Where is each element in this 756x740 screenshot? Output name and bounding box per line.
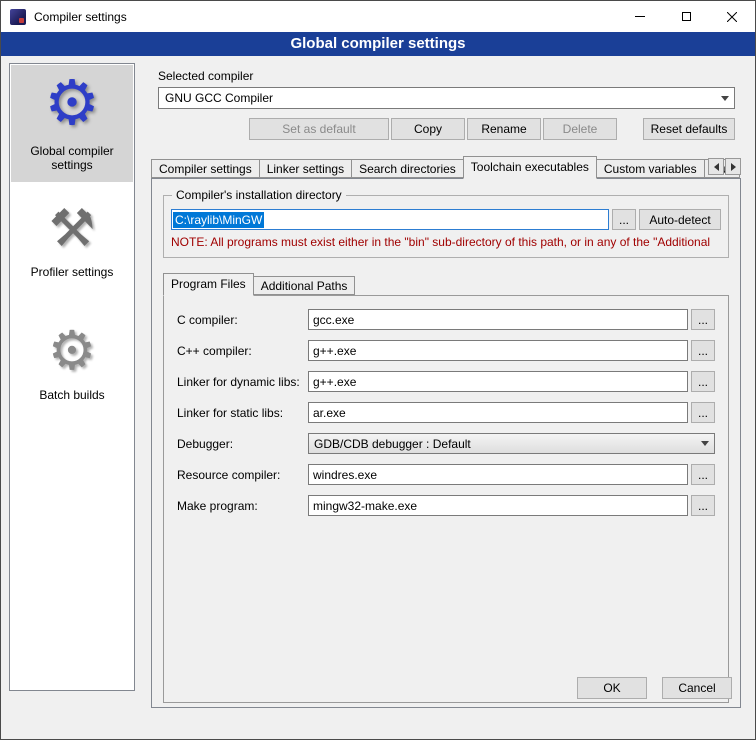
close-button[interactable] xyxy=(709,1,755,32)
resource-compiler-browse-button[interactable]: ... xyxy=(691,464,715,485)
sidebar-item-label: Global compiler settings xyxy=(13,144,131,172)
sidebar-item-label: Profiler settings xyxy=(31,265,114,279)
tab-additional-paths[interactable]: Additional Paths xyxy=(253,276,356,295)
sidebar-item-label: Batch builds xyxy=(39,388,104,402)
c-compiler-input[interactable] xyxy=(308,309,688,330)
c-compiler-label: C compiler: xyxy=(177,313,308,327)
resource-compiler-row: Resource compiler: ... xyxy=(177,464,715,485)
installation-directory-label: Compiler's installation directory xyxy=(172,188,346,202)
tab-program-files[interactable]: Program Files xyxy=(163,273,254,296)
program-files-tab-bar: Program Files Additional Paths xyxy=(163,273,740,295)
title-bar: Compiler settings xyxy=(1,1,755,32)
compiler-buttons-row: Set as default Copy Rename Delete Reset … xyxy=(146,118,747,140)
debugger-dropdown[interactable]: GDB/CDB debugger : Default xyxy=(308,433,715,454)
resource-compiler-label: Resource compiler: xyxy=(177,468,308,482)
arrow-left-icon xyxy=(714,163,719,171)
resource-compiler-input[interactable] xyxy=(308,464,688,485)
tab-scroll-right-button[interactable] xyxy=(725,158,741,175)
window-title: Compiler settings xyxy=(34,10,127,24)
tab-linker-settings[interactable]: Linker settings xyxy=(259,159,352,178)
static-linker-input[interactable] xyxy=(308,402,688,423)
toolchain-executables-panel: Compiler's installation directory C:\ray… xyxy=(151,178,741,708)
dropdown-arrow xyxy=(716,88,734,108)
make-program-label: Make program: xyxy=(177,499,308,513)
chevron-down-icon xyxy=(701,441,709,446)
dynamic-linker-label: Linker for dynamic libs: xyxy=(177,375,308,389)
dynamic-linker-input[interactable] xyxy=(308,371,688,392)
minimize-icon xyxy=(635,16,645,17)
static-linker-row: Linker for static libs: ... xyxy=(177,402,715,423)
sidebar-item-profiler-settings[interactable]: ⚒ Profiler settings xyxy=(11,194,133,289)
selected-compiler-label: Selected compiler xyxy=(158,69,747,83)
make-program-input[interactable] xyxy=(308,495,688,516)
installation-directory-input[interactable]: C:\raylib\MinGW xyxy=(171,209,609,230)
cancel-button[interactable]: Cancel xyxy=(662,677,732,699)
gear-icon: ⚙ xyxy=(44,71,100,137)
gear-icon: ⚙ xyxy=(48,321,96,381)
installation-directory-row: C:\raylib\MinGW ... Auto-detect xyxy=(171,209,721,230)
installation-directory-selected-text: C:\raylib\MinGW xyxy=(173,212,264,228)
bin-subdirectory-note: NOTE: All programs must exist either in … xyxy=(171,235,721,249)
app-icon xyxy=(10,9,26,25)
tab-custom-variables[interactable]: Custom variables xyxy=(596,159,705,178)
static-linker-browse-button[interactable]: ... xyxy=(691,402,715,423)
browse-directory-button[interactable]: ... xyxy=(612,209,636,230)
dialog-banner: Global compiler settings xyxy=(1,32,755,56)
set-as-default-button[interactable]: Set as default xyxy=(249,118,389,140)
dynamic-linker-row: Linker for dynamic libs: ... xyxy=(177,371,715,392)
dropdown-arrow xyxy=(696,434,714,453)
tab-scroll-left-button[interactable] xyxy=(708,158,724,175)
debugger-value: GDB/CDB debugger : Default xyxy=(314,437,471,451)
c-compiler-row: C compiler: ... xyxy=(177,309,715,330)
tab-compiler-settings[interactable]: Compiler settings xyxy=(151,159,260,178)
cpp-compiler-input[interactable] xyxy=(308,340,688,361)
make-program-row: Make program: ... xyxy=(177,495,715,516)
chevron-down-icon xyxy=(721,96,729,101)
cpp-compiler-row: C++ compiler: ... xyxy=(177,340,715,361)
rename-button[interactable]: Rename xyxy=(467,118,541,140)
installation-directory-group: Compiler's installation directory C:\ray… xyxy=(163,195,729,258)
debugger-label: Debugger: xyxy=(177,437,308,451)
dialog-content: ⚙ Global compiler settings ⚒ Profiler se… xyxy=(1,56,755,739)
compiler-settings-window: Compiler settings Global compiler settin… xyxy=(0,0,756,740)
reset-defaults-button[interactable]: Reset defaults xyxy=(643,118,735,140)
copy-button[interactable]: Copy xyxy=(391,118,465,140)
tab-search-directories[interactable]: Search directories xyxy=(351,159,464,178)
ok-button[interactable]: OK xyxy=(577,677,647,699)
cpp-compiler-browse-button[interactable]: ... xyxy=(691,340,715,361)
auto-detect-button[interactable]: Auto-detect xyxy=(639,209,721,230)
minimize-button[interactable] xyxy=(617,1,663,32)
sidebar-item-global-compiler-settings[interactable]: ⚙ Global compiler settings xyxy=(11,65,133,182)
settings-tab-bar: Compiler settings Linker settings Search… xyxy=(151,155,741,178)
debugger-row: Debugger: GDB/CDB debugger : Default xyxy=(177,433,715,454)
c-compiler-browse-button[interactable]: ... xyxy=(691,309,715,330)
settings-sidebar: ⚙ Global compiler settings ⚒ Profiler se… xyxy=(9,63,135,691)
arrow-right-icon xyxy=(731,163,736,171)
make-program-browse-button[interactable]: ... xyxy=(691,495,715,516)
profiler-tool-icon: ⚒ xyxy=(49,200,96,258)
selected-compiler-dropdown[interactable]: GNU GCC Compiler xyxy=(158,87,735,109)
maximize-button[interactable] xyxy=(663,1,709,32)
main-panel: Selected compiler GNU GCC Compiler Set a… xyxy=(146,63,747,708)
sidebar-item-batch-builds[interactable]: ⚙ Batch builds xyxy=(11,315,133,412)
maximize-icon xyxy=(682,12,691,21)
window-controls xyxy=(617,1,755,32)
static-linker-label: Linker for static libs: xyxy=(177,406,308,420)
selected-compiler-value: GNU GCC Compiler xyxy=(165,91,273,105)
cpp-compiler-label: C++ compiler: xyxy=(177,344,308,358)
close-icon xyxy=(727,12,737,22)
tab-scroll-buttons xyxy=(708,158,741,175)
dialog-footer: OK Cancel xyxy=(577,677,732,699)
program-files-panel: C compiler: ... C++ compiler: ... Linker… xyxy=(163,295,729,703)
delete-button[interactable]: Delete xyxy=(543,118,617,140)
dynamic-linker-browse-button[interactable]: ... xyxy=(691,371,715,392)
tab-toolchain-executables[interactable]: Toolchain executables xyxy=(463,156,597,179)
